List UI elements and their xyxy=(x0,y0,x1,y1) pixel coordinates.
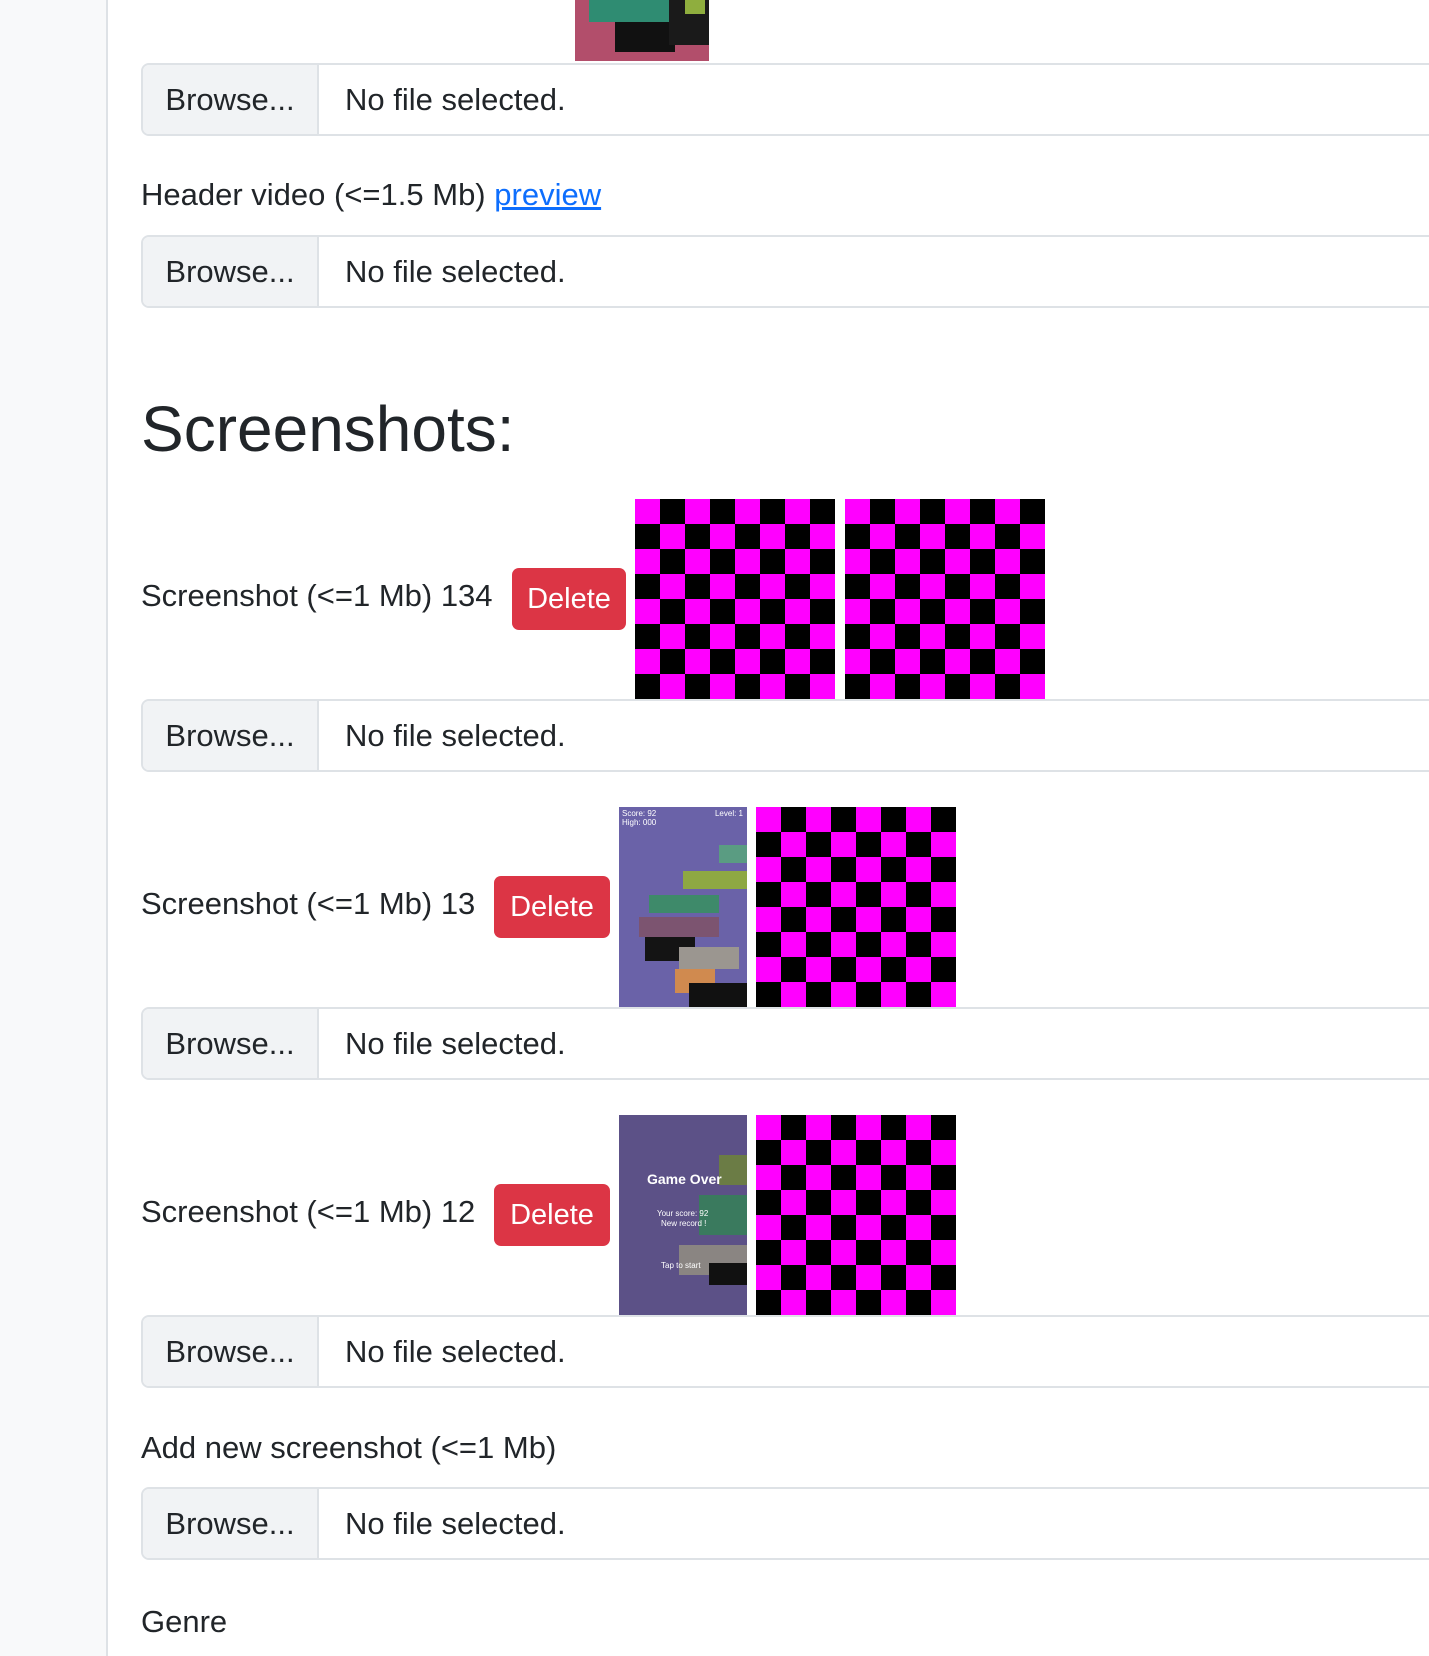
thumb-high-text: High: 000 xyxy=(622,818,657,827)
browse-button[interactable]: Browse... xyxy=(143,1489,319,1558)
screenshots-heading: Screenshots: xyxy=(141,393,515,465)
game-screenshot-image: Score: 92 High: 000 Level: 1 xyxy=(619,807,747,1007)
screenshot-file-input[interactable]: Browse... No file selected. xyxy=(141,699,1429,772)
screenshot-file-input[interactable]: Browse... No file selected. xyxy=(141,1007,1429,1080)
new-screenshot-file-input[interactable]: Browse... No file selected. xyxy=(141,1487,1429,1560)
header-video-file-input[interactable]: Browse... No file selected. xyxy=(141,235,1429,308)
thumb-start-text: Tap to start xyxy=(661,1261,701,1270)
header-video-label-text: Header video (<=1.5 Mb) xyxy=(141,177,486,212)
header-video-label: Header video (<=1.5 Mb) preview xyxy=(141,177,601,213)
browse-button[interactable]: Browse... xyxy=(143,237,319,306)
add-new-screenshot-label: Add new screenshot (<=1 Mb) xyxy=(141,1430,557,1465)
thumb-score-text: Score: 92 xyxy=(622,809,657,818)
thumb-score-text: Your score: 92 xyxy=(657,1209,709,1218)
thumb-level-text: Level: 1 xyxy=(714,809,743,818)
screenshot-label: Screenshot (<=1 Mb) 12 xyxy=(141,1194,476,1229)
screenshot-preview-image xyxy=(756,807,956,1007)
screenshot-preview-image xyxy=(845,499,1045,699)
delete-button[interactable]: Delete xyxy=(494,876,610,938)
file-status: No file selected. xyxy=(345,253,566,289)
game-over-screenshot-image: Game Over Your score: 92 New record ! Ta… xyxy=(619,1115,747,1315)
delete-button[interactable]: Delete xyxy=(494,1184,610,1246)
screenshot-preview-image xyxy=(756,1115,956,1315)
browse-button[interactable]: Browse... xyxy=(143,1009,319,1078)
game-over-title: Game Over xyxy=(647,1171,722,1187)
sidebar xyxy=(0,0,108,1656)
page: Browse... No file selected. Header video… xyxy=(0,0,1429,1656)
file-status: No file selected. xyxy=(345,1025,566,1061)
screenshot-label: Screenshot (<=1 Mb) 134 xyxy=(141,578,493,613)
screenshot-preview-image xyxy=(635,499,835,699)
file-status: No file selected. xyxy=(345,1505,566,1541)
browse-button[interactable]: Browse... xyxy=(143,1317,319,1386)
screenshot-label: Screenshot (<=1 Mb) 13 xyxy=(141,886,476,921)
browse-button[interactable]: Browse... xyxy=(143,65,319,134)
preview-link[interactable]: preview xyxy=(494,177,601,212)
browse-button[interactable]: Browse... xyxy=(143,701,319,770)
thumb-record-text: New record ! xyxy=(661,1219,707,1228)
screenshot-file-input[interactable]: Browse... No file selected. xyxy=(141,1315,1429,1388)
header-image-file-input[interactable]: Browse... No file selected. xyxy=(141,63,1429,136)
header-image xyxy=(575,0,709,61)
delete-button[interactable]: Delete xyxy=(512,568,626,630)
file-status: No file selected. xyxy=(345,1333,566,1369)
file-status: No file selected. xyxy=(345,717,566,753)
file-status: No file selected. xyxy=(345,81,566,117)
genre-label: Genre xyxy=(141,1604,228,1639)
